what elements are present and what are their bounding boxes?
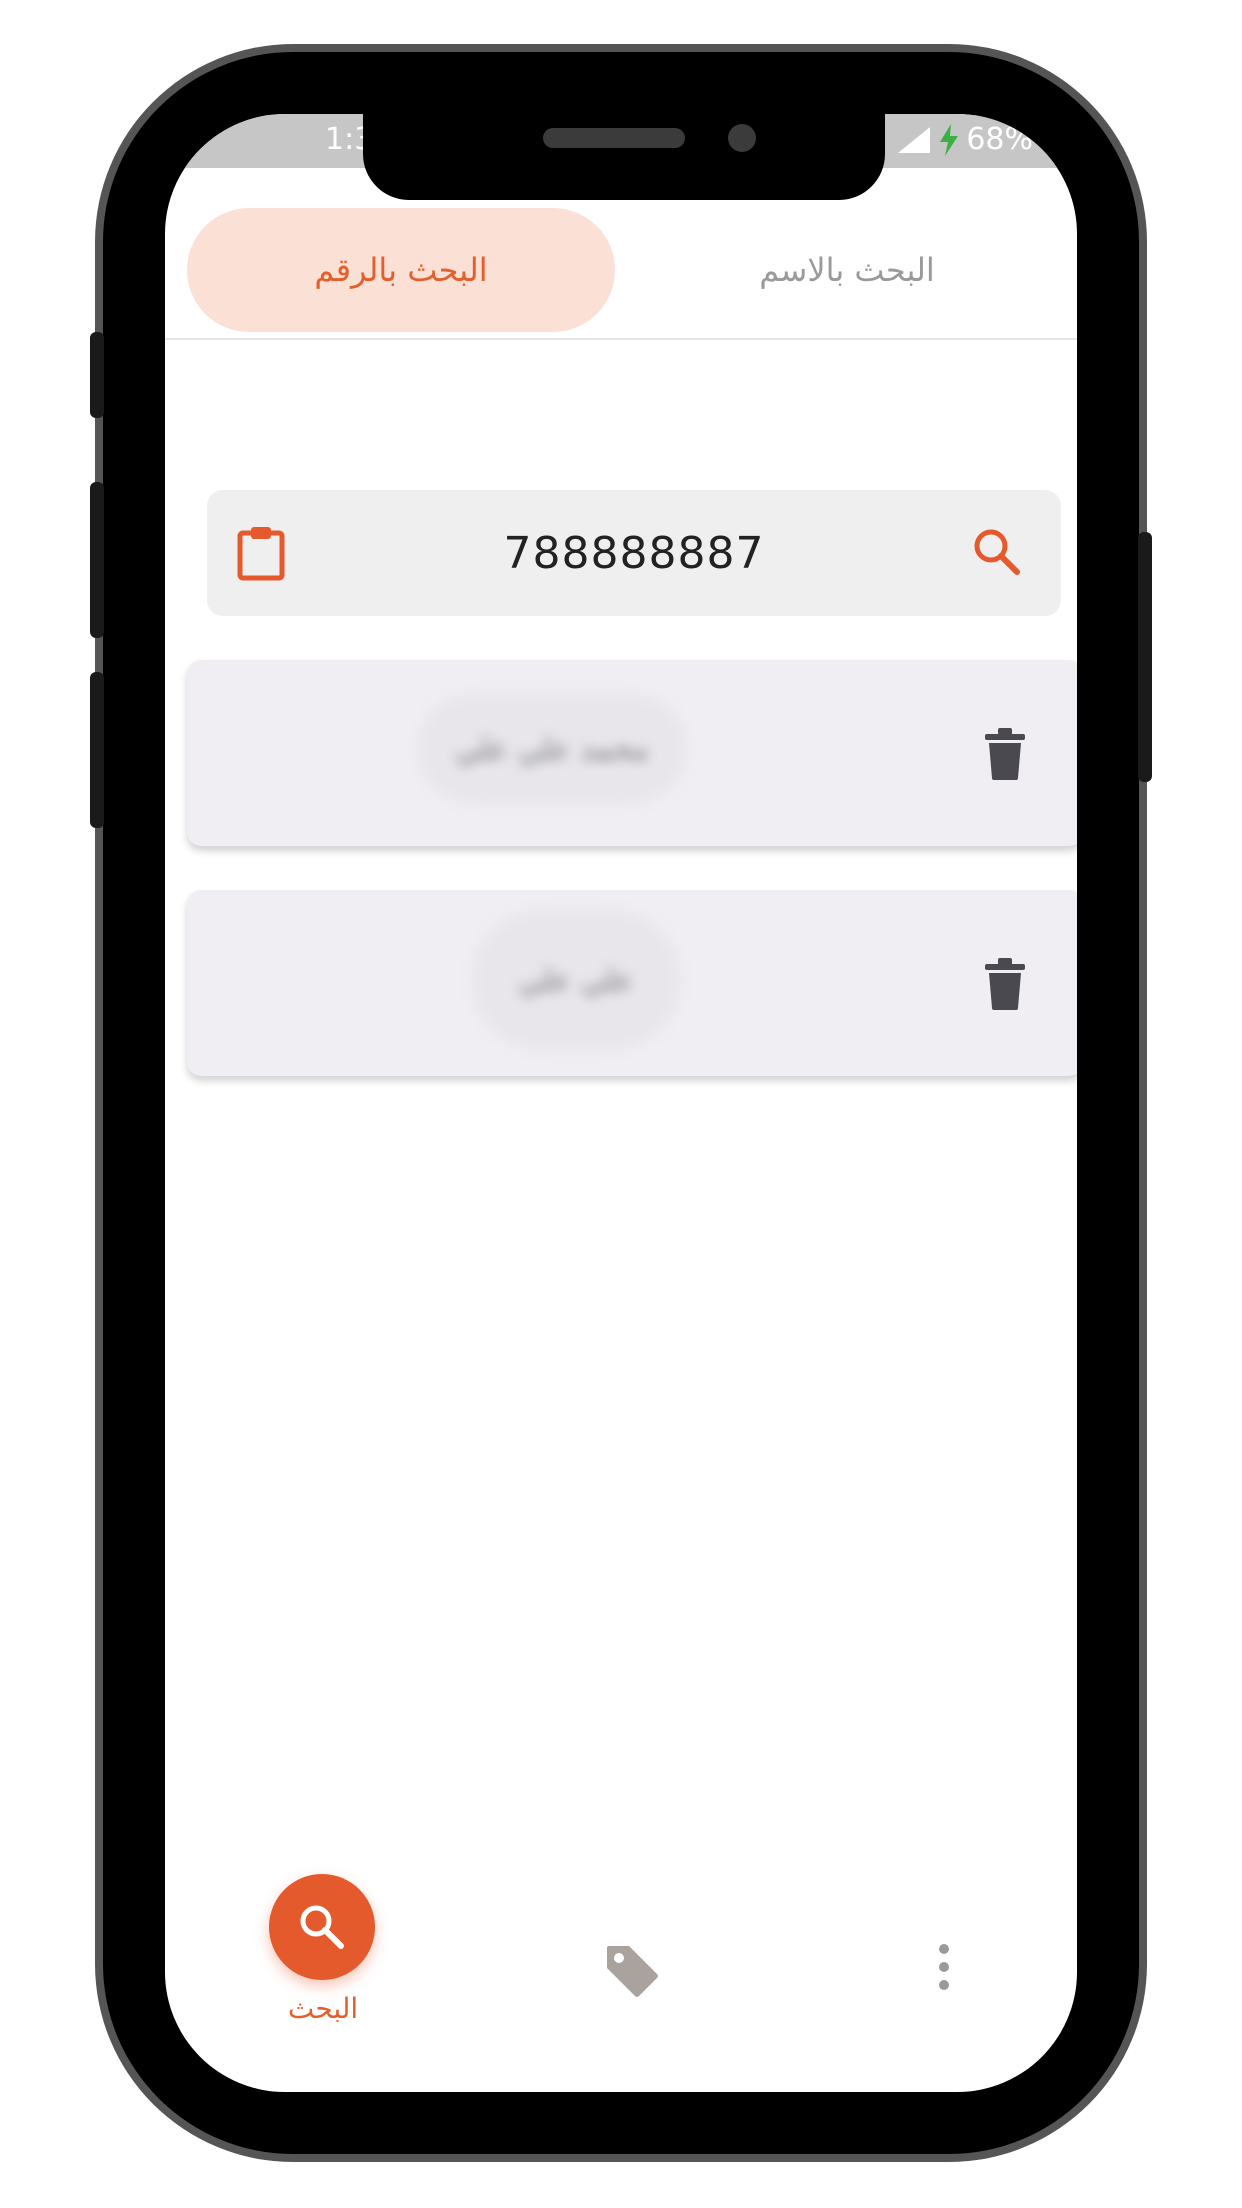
phone-side-button [90, 332, 104, 418]
tab-search-by-name[interactable]: البحث بالاسم [633, 208, 1061, 332]
phone-power-button [1138, 532, 1152, 782]
result-name: علي علي [471, 910, 681, 1050]
speaker [543, 128, 685, 148]
search-icon[interactable] [971, 526, 1023, 582]
result-card[interactable]: محمد علي علي [187, 660, 1077, 846]
search-mode-tabs: البحث بالرقم البحث بالاسم [165, 194, 1077, 340]
phone-volume-up [90, 482, 104, 638]
notch [363, 114, 885, 200]
bottom-nav: البحث [165, 1874, 1077, 2092]
delete-icon[interactable] [985, 958, 1025, 1014]
tab-search-by-number[interactable]: البحث بالرقم [187, 208, 615, 332]
tag-icon[interactable] [603, 1942, 661, 2004]
nav-search-label: البحث [287, 1992, 359, 2025]
charging-icon [940, 123, 959, 156]
more-options-icon[interactable] [937, 1942, 951, 1996]
result-card[interactable]: علي علي [187, 890, 1077, 1076]
status-right: 68% [896, 122, 1033, 157]
delete-icon[interactable] [985, 728, 1025, 784]
search-input-value[interactable]: 788888887 [207, 490, 1061, 616]
app-screen: 1:3 68% البحث بالرقم البحث بالاسم 788888… [165, 114, 1077, 2092]
front-camera [728, 124, 756, 152]
result-name: محمد علي علي [417, 694, 687, 804]
nav-search-button[interactable] [269, 1874, 375, 1980]
search-field[interactable]: 788888887 [207, 490, 1061, 616]
search-icon [300, 1905, 344, 1949]
battery-percent: 68% [966, 122, 1033, 157]
phone-volume-down [90, 672, 104, 828]
signal-icon [898, 126, 931, 153]
